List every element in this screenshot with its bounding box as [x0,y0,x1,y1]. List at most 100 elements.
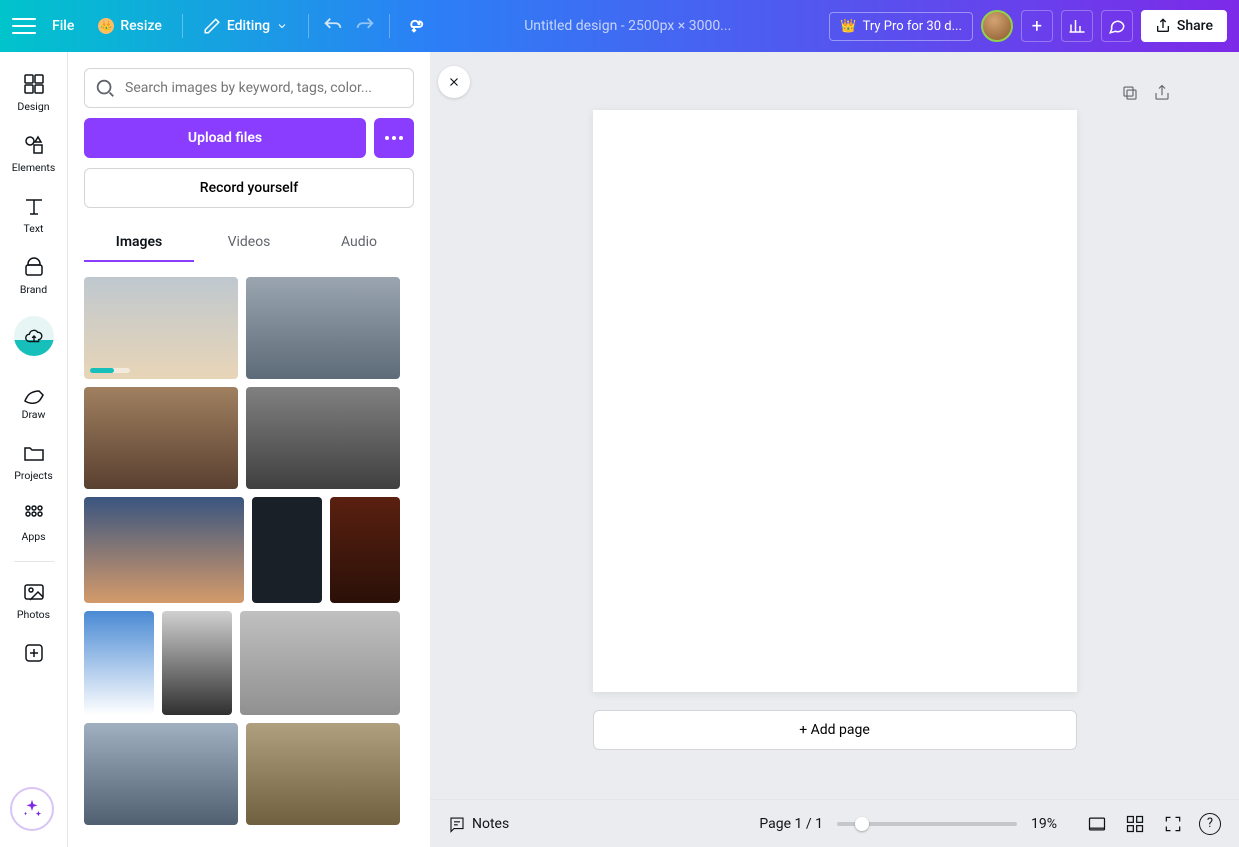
tab-audio[interactable]: Audio [304,224,414,262]
try-pro-button[interactable]: 👑 Try Pro for 30 d... [829,12,973,41]
image-thumb[interactable] [240,611,400,715]
zoom-percentage[interactable]: 19% [1031,816,1071,832]
header-separator [308,14,309,38]
rail-label: Projects [14,469,53,482]
rail-label: Photos [17,608,50,621]
plus-square-icon [22,641,46,665]
rail-uploads[interactable] [4,308,64,368]
analytics-button[interactable] [1061,10,1093,42]
canvas-scroll[interactable]: + Add page [430,52,1239,799]
uploads-side-panel: Upload files Record yourself Images Vide… [68,52,430,847]
main-area: Design Elements Text Brand Draw Projects [0,52,1239,847]
search-input[interactable] [84,68,414,108]
page-tools [1119,82,1173,104]
top-header: File 👑 Resize Editing Untitled design - … [0,0,1239,52]
image-thumb[interactable] [84,387,238,489]
image-thumb[interactable] [84,611,154,715]
rail-label: Text [24,222,44,235]
rail-projects[interactable]: Projects [4,433,64,490]
undo-button[interactable] [321,14,345,38]
apps-icon [22,502,46,526]
add-page-button[interactable]: + Add page [593,710,1077,750]
image-thumb[interactable] [246,723,400,825]
image-thumb[interactable] [84,277,238,379]
zoom-slider[interactable] [837,822,1017,826]
share-button[interactable]: Share [1141,10,1227,42]
canvas-page[interactable] [593,110,1077,692]
image-thumb[interactable] [246,387,400,489]
draw-icon [22,380,46,404]
document-title[interactable]: Untitled design - 2500px × 3000... [524,18,731,34]
page-view-button[interactable] [1085,812,1109,836]
rail-add-more[interactable] [4,633,64,673]
image-grid[interactable] [84,277,414,831]
redo-button[interactable] [353,14,377,38]
zoom-slider-thumb[interactable] [855,817,869,831]
share-icon [1155,18,1171,34]
image-thumb[interactable] [252,497,322,603]
add-collaborator-button[interactable]: + [1021,10,1053,42]
pencil-icon [203,17,221,35]
header-separator [389,14,390,38]
upload-more-button[interactable] [374,118,414,158]
upload-progress [90,368,130,373]
file-menu-button[interactable]: File [44,12,82,40]
bottom-bar: Notes Page 1 / 1 19% ? [430,799,1239,847]
search-wrapper [84,68,414,108]
crown-icon: 👑 [840,19,856,34]
notes-icon [448,815,466,833]
rail-draw[interactable]: Draw [4,372,64,429]
notes-button[interactable]: Notes [448,815,509,833]
close-icon [447,75,461,89]
chevron-down-icon [276,20,288,32]
rail-photos[interactable]: Photos [4,572,64,629]
header-separator [182,14,183,38]
notes-label: Notes [472,816,509,832]
rail-text[interactable]: Text [4,186,64,243]
text-icon [22,194,46,218]
left-nav-rail: Design Elements Text Brand Draw Projects [0,52,68,847]
fullscreen-button[interactable] [1161,812,1185,836]
image-thumb[interactable] [84,497,244,603]
record-yourself-button[interactable]: Record yourself [84,168,414,208]
image-thumb[interactable] [330,497,400,603]
export-page-button[interactable] [1151,82,1173,104]
rail-elements[interactable]: Elements [4,125,64,182]
upload-files-button[interactable]: Upload files [84,118,366,158]
rail-design[interactable]: Design [4,64,64,121]
help-button[interactable]: ? [1199,813,1221,835]
editing-mode-button[interactable]: Editing [195,11,296,41]
cloud-sync-icon[interactable] [402,14,426,38]
search-icon [94,77,116,99]
tab-videos[interactable]: Videos [194,224,304,262]
brand-icon [22,255,46,279]
user-avatar[interactable] [981,10,1013,42]
resize-label: Resize [120,18,162,34]
ellipsis-icon [385,136,403,140]
projects-icon [22,441,46,465]
panel-tabs: Images Videos Audio [84,224,414,263]
comment-button[interactable] [1101,10,1133,42]
image-thumb[interactable] [162,611,232,715]
rail-label: Design [17,100,49,113]
magic-sparkle-button[interactable] [10,787,54,831]
resize-button[interactable]: 👑 Resize [90,12,170,40]
photos-icon [22,580,46,604]
image-thumb[interactable] [246,277,400,379]
rail-divider [14,561,54,562]
share-label: Share [1177,18,1213,34]
duplicate-page-button[interactable] [1119,82,1141,104]
editing-label: Editing [227,18,270,34]
close-panel-button[interactable] [438,66,470,98]
canvas-area: + Add page Notes Page 1 / 1 19% ? [430,52,1239,847]
crown-icon: 👑 [98,18,114,34]
upload-row: Upload files [84,118,414,158]
rail-brand[interactable]: Brand [4,247,64,304]
grid-view-button[interactable] [1123,812,1147,836]
design-icon [22,72,46,96]
tab-images[interactable]: Images [84,224,194,262]
rail-apps[interactable]: Apps [4,494,64,551]
image-thumb[interactable] [84,723,238,825]
hamburger-menu-icon[interactable] [12,14,36,38]
rail-label: Elements [12,161,56,174]
